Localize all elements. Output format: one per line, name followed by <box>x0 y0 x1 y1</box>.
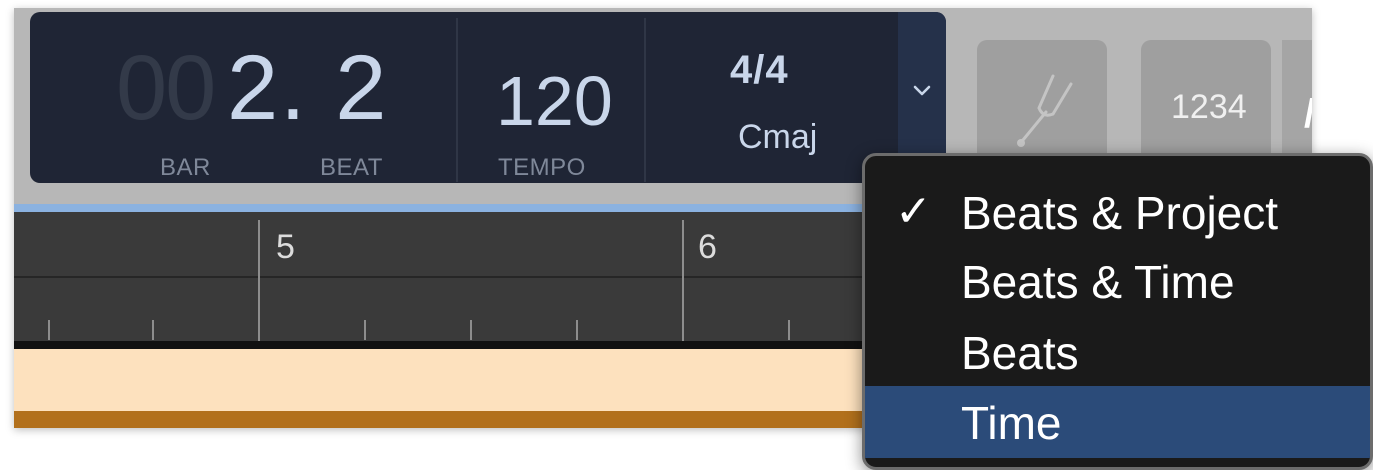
beat-tick <box>576 320 578 340</box>
beat-tick <box>788 320 790 340</box>
lcd-divider <box>456 18 458 182</box>
menu-item-label: Beats <box>961 327 1079 379</box>
position-value[interactable]: 2. 2 <box>227 42 388 134</box>
lcd-mode-menu: ✓ Beats & Project Beats & Time Beats Tim… <box>862 153 1373 470</box>
menu-item-time[interactable]: Time <box>865 386 1370 458</box>
lcd-display[interactable]: 00 2. 2 BAR BEAT 120 TEMPO 4/4 Cmaj <box>30 12 946 183</box>
lcd-divider <box>644 18 646 182</box>
chevron-down-icon <box>913 85 931 96</box>
beat-label: BEAT <box>320 154 383 181</box>
position-leading-zeros: 00 <box>116 37 216 139</box>
bar-marker-line <box>682 220 684 344</box>
menu-item-label: Time <box>961 397 1062 449</box>
bar-marker-line <box>258 220 260 344</box>
menu-item-label: Beats & Time <box>961 256 1235 308</box>
time-signature[interactable]: 4/4 <box>730 48 789 93</box>
menu-item-beats-project[interactable]: ✓ Beats & Project <box>865 176 1370 248</box>
checkmark-icon: ✓ <box>895 187 932 236</box>
beat-tick <box>364 320 366 340</box>
beat-tick <box>470 320 472 340</box>
beat-tick <box>152 320 154 340</box>
key-signature[interactable]: Cmaj <box>738 118 817 157</box>
bar-number: 6 <box>698 228 717 266</box>
tempo-label: TEMPO <box>498 154 586 181</box>
menu-item-label: Beats & Project <box>961 187 1279 239</box>
beat-tick <box>48 320 50 340</box>
menu-item-beats-time[interactable]: Beats & Time <box>865 245 1370 317</box>
toolbar-next-glyph: / <box>1304 92 1312 137</box>
bar-number: 5 <box>276 228 295 266</box>
menu-item-beats[interactable]: Beats <box>865 316 1370 388</box>
count-in-label: 1234 <box>1171 88 1247 126</box>
tuning-fork-icon <box>1017 74 1073 147</box>
tempo-value[interactable]: 120 <box>496 66 613 136</box>
bar-label: BAR <box>160 154 211 181</box>
